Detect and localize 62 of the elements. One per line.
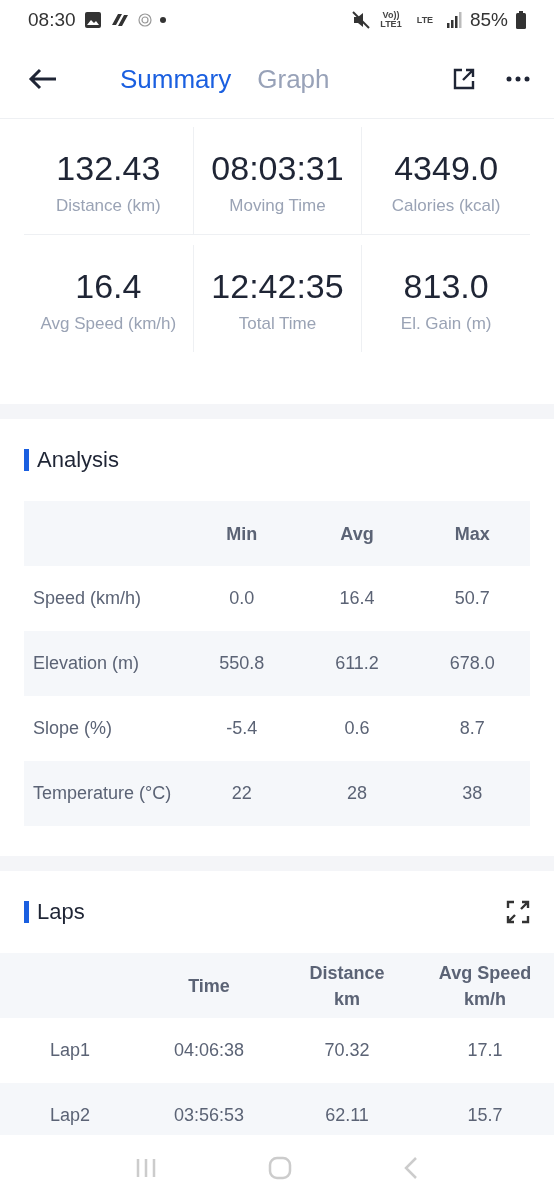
table-cell-text: 0.0 xyxy=(228,588,256,609)
table-cell-text: 16.4 xyxy=(338,588,376,609)
table-cell-text: 70.32 xyxy=(323,1040,371,1061)
table-cell-text: 17.1 xyxy=(466,1040,504,1061)
column-header: Max xyxy=(453,522,491,546)
tab[interactable]: Summary xyxy=(112,63,240,95)
stat-value: 08:03:31 xyxy=(211,149,344,188)
column-header: Min xyxy=(225,522,259,546)
volte-indicator: Vo)) LTE1 xyxy=(379,11,403,29)
battery-percent: 85% xyxy=(469,9,508,31)
column-header: Distance km xyxy=(308,961,386,1011)
table-cell-text: 550.8 xyxy=(218,653,266,674)
table-cell-text: 22 xyxy=(230,783,253,804)
table-cell-text: 678.0 xyxy=(448,653,496,674)
mute-icon xyxy=(351,11,370,29)
signal-icon xyxy=(445,12,462,28)
fingerprint-icon xyxy=(137,12,152,28)
stat-value: 4349.0 xyxy=(394,149,499,188)
section-title: Analysis xyxy=(37,447,120,473)
accent-bar xyxy=(24,449,29,471)
stat-value: 12:42:35 xyxy=(211,267,344,306)
table-cell-text: 62.11 xyxy=(324,1105,370,1126)
app-icon xyxy=(109,11,130,29)
row-label: Lap2 xyxy=(48,1105,91,1126)
dot-icon xyxy=(159,17,166,23)
row-label: Temperature (°C) xyxy=(32,783,173,804)
image-icon xyxy=(83,11,102,29)
stat-label: Calories (kcal) xyxy=(391,196,501,216)
table-cell-text: 04:06:38 xyxy=(172,1040,246,1061)
share-button[interactable] xyxy=(452,67,476,91)
expand-button[interactable] xyxy=(506,900,530,924)
row-label: Slope (%) xyxy=(32,718,114,739)
row-label: Lap1 xyxy=(48,1040,91,1061)
stat-label: El. Gain (m) xyxy=(400,314,492,334)
table-cell-text: -5.4 xyxy=(225,718,259,739)
stat-label: Total Time xyxy=(238,314,317,334)
stat-label: Avg Speed (km/h) xyxy=(40,314,177,334)
section-title: Laps xyxy=(37,899,86,925)
table-cell-text: 50.7 xyxy=(453,588,491,609)
stat-label: Moving Time xyxy=(229,196,326,216)
row-label: Elevation (m) xyxy=(32,653,141,674)
status-time: 08:30 xyxy=(28,9,76,31)
stat-value: 132.43 xyxy=(56,149,161,188)
more-button[interactable] xyxy=(506,75,530,83)
row-label: Speed (km/h) xyxy=(32,588,143,609)
battery-icon xyxy=(516,11,526,29)
table-cell-text: 0.6 xyxy=(343,718,371,739)
table-cell-text: 8.7 xyxy=(458,718,486,739)
table-cell-text: 28 xyxy=(345,783,368,804)
stat-value: 16.4 xyxy=(75,267,142,306)
back-button[interactable] xyxy=(28,67,58,91)
table-cell-text: 15.7 xyxy=(466,1105,504,1126)
column-header: Avg Speed km/h xyxy=(437,961,533,1011)
column-header: Time xyxy=(187,974,231,998)
accent-bar xyxy=(24,901,29,923)
stat-value: 813.0 xyxy=(403,267,489,306)
stat-label: Distance (km) xyxy=(55,196,161,216)
table-cell-text: 03:56:53 xyxy=(172,1105,246,1126)
table-cell-text: 611.2 xyxy=(334,653,380,674)
column-header: Avg xyxy=(339,522,375,546)
network-indicator: LTE xyxy=(415,15,435,25)
table-cell-text: 38 xyxy=(461,783,484,804)
